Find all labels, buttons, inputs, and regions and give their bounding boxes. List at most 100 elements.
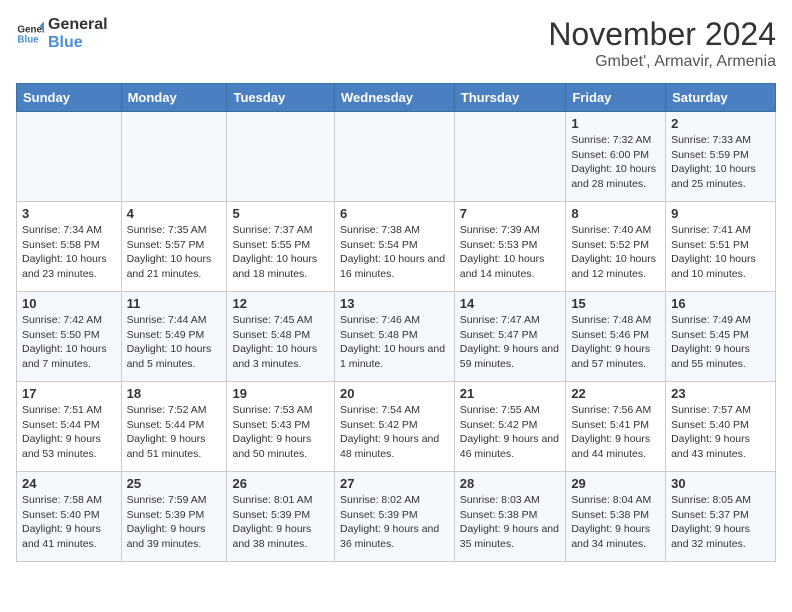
- logo-general: General: [48, 16, 108, 34]
- calendar-cell: 5 Sunrise: 7:37 AM Sunset: 5:55 PM Daylig…: [227, 202, 335, 292]
- day-info: Sunrise: 7:56 AM Sunset: 5:41 PM Dayligh…: [571, 403, 660, 462]
- calendar-cell: 22 Sunrise: 7:56 AM Sunset: 5:41 PM Dayli…: [566, 382, 666, 472]
- day-number: 3: [22, 206, 116, 221]
- day-info: Sunrise: 8:03 AM Sunset: 5:38 PM Dayligh…: [460, 493, 561, 552]
- day-info: Sunrise: 7:42 AM Sunset: 5:50 PM Dayligh…: [22, 313, 116, 372]
- day-info: Sunrise: 8:04 AM Sunset: 5:38 PM Dayligh…: [571, 493, 660, 552]
- day-number: 27: [340, 476, 449, 491]
- day-number: 13: [340, 296, 449, 311]
- calendar-table: SundayMondayTuesdayWednesdayThursdayFrid…: [16, 83, 776, 562]
- calendar-cell: [227, 112, 335, 202]
- day-info: Sunrise: 7:40 AM Sunset: 5:52 PM Dayligh…: [571, 223, 660, 282]
- calendar-cell: [121, 112, 227, 202]
- day-info: Sunrise: 7:46 AM Sunset: 5:48 PM Dayligh…: [340, 313, 449, 372]
- day-info: Sunrise: 8:01 AM Sunset: 5:39 PM Dayligh…: [232, 493, 329, 552]
- logo-blue: Blue: [48, 34, 108, 52]
- day-number: 9: [671, 206, 770, 221]
- calendar-cell: 2 Sunrise: 7:33 AM Sunset: 5:59 PM Daylig…: [666, 112, 776, 202]
- day-info: Sunrise: 7:49 AM Sunset: 5:45 PM Dayligh…: [671, 313, 770, 372]
- day-header-wednesday: Wednesday: [334, 84, 454, 112]
- calendar-cell: 27Sunrise: 8:02 AM Sunset: 5:39 PM Dayli…: [334, 472, 454, 562]
- day-info: Sunrise: 7:48 AM Sunset: 5:46 PM Dayligh…: [571, 313, 660, 372]
- calendar-cell: [334, 112, 454, 202]
- day-info: Sunrise: 7:58 AM Sunset: 5:40 PM Dayligh…: [22, 493, 116, 552]
- calendar-cell: 18 Sunrise: 7:52 AM Sunset: 5:44 PM Dayli…: [121, 382, 227, 472]
- day-number: 5: [232, 206, 329, 221]
- day-number: 7: [460, 206, 561, 221]
- calendar-cell: 23Sunrise: 7:57 AM Sunset: 5:40 PM Dayli…: [666, 382, 776, 472]
- logo-icon: General Blue: [16, 20, 44, 48]
- day-number: 10: [22, 296, 116, 311]
- day-number: 2: [671, 116, 770, 131]
- day-header-tuesday: Tuesday: [227, 84, 335, 112]
- day-info: Sunrise: 7:32 AM Sunset: 6:00 PM Dayligh…: [571, 133, 660, 192]
- calendar-cell: 6 Sunrise: 7:38 AM Sunset: 5:54 PM Daylig…: [334, 202, 454, 292]
- calendar-cell: 10 Sunrise: 7:42 AM Sunset: 5:50 PM Dayli…: [17, 292, 122, 382]
- day-info: Sunrise: 7:37 AM Sunset: 5:55 PM Dayligh…: [232, 223, 329, 282]
- calendar-cell: 28 Sunrise: 8:03 AM Sunset: 5:38 PM Dayli…: [454, 472, 566, 562]
- calendar-cell: 29Sunrise: 8:04 AM Sunset: 5:38 PM Dayli…: [566, 472, 666, 562]
- calendar-cell: 4 Sunrise: 7:35 AM Sunset: 5:57 PM Daylig…: [121, 202, 227, 292]
- header: General Blue General Blue November 2024 …: [16, 16, 776, 71]
- day-number: 21: [460, 386, 561, 401]
- calendar-cell: 15 Sunrise: 7:48 AM Sunset: 5:46 PM Dayli…: [566, 292, 666, 382]
- month-title: November 2024: [548, 16, 776, 53]
- day-info: Sunrise: 7:54 AM Sunset: 5:42 PM Dayligh…: [340, 403, 449, 462]
- calendar-cell: 26 Sunrise: 8:01 AM Sunset: 5:39 PM Dayli…: [227, 472, 335, 562]
- day-number: 4: [127, 206, 222, 221]
- day-header-friday: Friday: [566, 84, 666, 112]
- calendar-cell: 11 Sunrise: 7:44 AM Sunset: 5:49 PM Dayli…: [121, 292, 227, 382]
- day-number: 19: [232, 386, 329, 401]
- calendar-cell: 24 Sunrise: 7:58 AM Sunset: 5:40 PM Dayli…: [17, 472, 122, 562]
- week-row-3: 10 Sunrise: 7:42 AM Sunset: 5:50 PM Dayli…: [17, 292, 776, 382]
- day-info: Sunrise: 7:53 AM Sunset: 5:43 PM Dayligh…: [232, 403, 329, 462]
- calendar-cell: 1Sunrise: 7:32 AM Sunset: 6:00 PM Daylig…: [566, 112, 666, 202]
- week-row-1: 1Sunrise: 7:32 AM Sunset: 6:00 PM Daylig…: [17, 112, 776, 202]
- day-number: 28: [460, 476, 561, 491]
- week-row-5: 24 Sunrise: 7:58 AM Sunset: 5:40 PM Dayli…: [17, 472, 776, 562]
- day-number: 14: [460, 296, 561, 311]
- day-header-monday: Monday: [121, 84, 227, 112]
- day-info: Sunrise: 7:35 AM Sunset: 5:57 PM Dayligh…: [127, 223, 222, 282]
- calendar-cell: 19 Sunrise: 7:53 AM Sunset: 5:43 PM Dayli…: [227, 382, 335, 472]
- day-header-thursday: Thursday: [454, 84, 566, 112]
- calendar-cell: 13 Sunrise: 7:46 AM Sunset: 5:48 PM Dayli…: [334, 292, 454, 382]
- calendar-cell: 30Sunrise: 8:05 AM Sunset: 5:37 PM Dayli…: [666, 472, 776, 562]
- day-number: 20: [340, 386, 449, 401]
- day-info: Sunrise: 8:05 AM Sunset: 5:37 PM Dayligh…: [671, 493, 770, 552]
- day-info: Sunrise: 7:44 AM Sunset: 5:49 PM Dayligh…: [127, 313, 222, 372]
- location-title: Gmbet', Armavir, Armenia: [548, 53, 776, 71]
- calendar-body: 1Sunrise: 7:32 AM Sunset: 6:00 PM Daylig…: [17, 112, 776, 562]
- day-info: Sunrise: 7:41 AM Sunset: 5:51 PM Dayligh…: [671, 223, 770, 282]
- calendar-cell: [17, 112, 122, 202]
- calendar-cell: 8Sunrise: 7:40 AM Sunset: 5:52 PM Daylig…: [566, 202, 666, 292]
- day-number: 26: [232, 476, 329, 491]
- day-number: 15: [571, 296, 660, 311]
- calendar-cell: 25Sunrise: 7:59 AM Sunset: 5:39 PM Dayli…: [121, 472, 227, 562]
- day-number: 22: [571, 386, 660, 401]
- day-info: Sunrise: 7:47 AM Sunset: 5:47 PM Dayligh…: [460, 313, 561, 372]
- day-number: 11: [127, 296, 222, 311]
- calendar-cell: 16Sunrise: 7:49 AM Sunset: 5:45 PM Dayli…: [666, 292, 776, 382]
- day-header-saturday: Saturday: [666, 84, 776, 112]
- calendar-cell: 20 Sunrise: 7:54 AM Sunset: 5:42 PM Dayli…: [334, 382, 454, 472]
- day-info: Sunrise: 7:57 AM Sunset: 5:40 PM Dayligh…: [671, 403, 770, 462]
- day-number: 24: [22, 476, 116, 491]
- day-info: Sunrise: 7:38 AM Sunset: 5:54 PM Dayligh…: [340, 223, 449, 282]
- week-row-2: 3 Sunrise: 7:34 AM Sunset: 5:58 PM Daylig…: [17, 202, 776, 292]
- day-info: Sunrise: 7:34 AM Sunset: 5:58 PM Dayligh…: [22, 223, 116, 282]
- week-row-4: 17 Sunrise: 7:51 AM Sunset: 5:44 PM Dayli…: [17, 382, 776, 472]
- day-number: 17: [22, 386, 116, 401]
- calendar-cell: 9 Sunrise: 7:41 AM Sunset: 5:51 PM Daylig…: [666, 202, 776, 292]
- title-area: November 2024 Gmbet', Armavir, Armenia: [548, 16, 776, 71]
- day-header-sunday: Sunday: [17, 84, 122, 112]
- day-info: Sunrise: 7:52 AM Sunset: 5:44 PM Dayligh…: [127, 403, 222, 462]
- day-info: Sunrise: 7:33 AM Sunset: 5:59 PM Dayligh…: [671, 133, 770, 192]
- day-number: 18: [127, 386, 222, 401]
- calendar-header: SundayMondayTuesdayWednesdayThursdayFrid…: [17, 84, 776, 112]
- day-info: Sunrise: 7:39 AM Sunset: 5:53 PM Dayligh…: [460, 223, 561, 282]
- day-number: 6: [340, 206, 449, 221]
- day-info: Sunrise: 7:59 AM Sunset: 5:39 PM Dayligh…: [127, 493, 222, 552]
- svg-text:Blue: Blue: [17, 34, 39, 45]
- day-info: Sunrise: 7:51 AM Sunset: 5:44 PM Dayligh…: [22, 403, 116, 462]
